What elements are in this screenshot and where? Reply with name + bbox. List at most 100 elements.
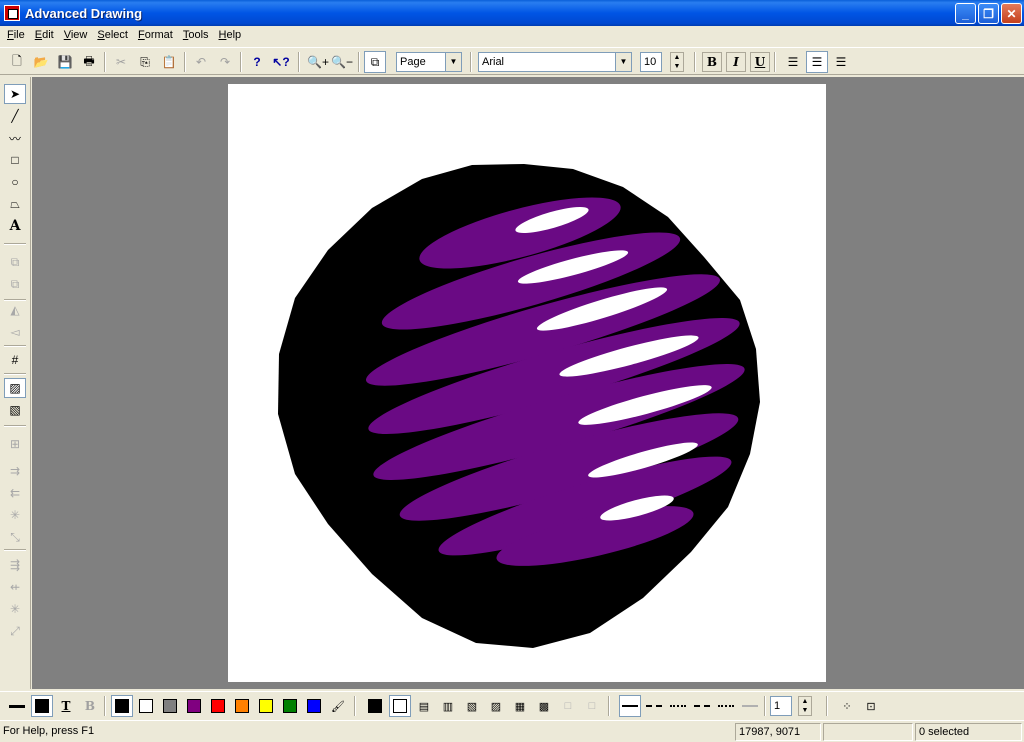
text-tool-icon[interactable]: A xyxy=(4,216,26,236)
menu-view[interactable]: View xyxy=(59,26,93,45)
print-icon[interactable]: 🖶 xyxy=(78,51,100,73)
bold-button[interactable]: B xyxy=(702,52,722,72)
text-color-icon[interactable]: T xyxy=(55,695,77,717)
fill-horizontal-icon[interactable]: ▤ xyxy=(413,695,435,717)
menu-help[interactable]: Help xyxy=(214,26,247,45)
open-folder-icon[interactable]: 📂 xyxy=(30,51,52,73)
fill-cross-icon[interactable]: ▦ xyxy=(509,695,531,717)
copy-icon[interactable]: ⎘ xyxy=(134,51,156,73)
palette-color-6[interactable] xyxy=(255,695,277,717)
fill-disabled-2-icon[interactable]: □ xyxy=(581,695,603,717)
fill-vertical-icon[interactable]: ▥ xyxy=(437,695,459,717)
space-across-icon[interactable]: ⇶ xyxy=(4,555,26,575)
color-picker-icon[interactable]: 🖌 xyxy=(327,695,349,717)
paste-icon[interactable]: 📋 xyxy=(158,51,180,73)
palette-color-0[interactable] xyxy=(111,695,133,717)
fill-solid-icon[interactable] xyxy=(364,695,386,717)
spin-down-icon[interactable]: ▼ xyxy=(802,707,809,714)
line-dash-icon[interactable] xyxy=(643,695,665,717)
palette-color-2[interactable] xyxy=(159,695,181,717)
fill-pattern-icon[interactable]: ▨ xyxy=(4,378,26,398)
new-file-icon[interactable]: 🗋 xyxy=(6,51,28,73)
fill-backdiagonal-icon[interactable]: ▨ xyxy=(485,695,507,717)
palette-color-5[interactable] xyxy=(231,695,253,717)
rotate-objects-icon[interactable]: ⤡ xyxy=(4,527,26,547)
minimize-button[interactable]: _ xyxy=(955,3,976,24)
snap-object-icon[interactable]: ⊡ xyxy=(860,695,882,717)
font-size-spinner[interactable]: ▲ ▼ xyxy=(670,52,684,72)
cut-icon[interactable]: ✂ xyxy=(110,51,132,73)
underline-button[interactable]: U xyxy=(750,52,770,72)
spin-up-icon[interactable]: ▲ xyxy=(674,54,681,61)
chevron-down-icon[interactable]: ▼ xyxy=(615,53,631,71)
line-dashdot-icon[interactable] xyxy=(691,695,713,717)
line-disabled-icon[interactable] xyxy=(739,695,761,717)
ellipse-tool-icon[interactable]: ○ xyxy=(4,172,26,192)
palette-color-4[interactable] xyxy=(207,695,229,717)
font-name-select[interactable]: Arial ▼ xyxy=(478,52,632,72)
align-right-objects-icon[interactable]: ⇇ xyxy=(4,483,26,503)
undo-icon[interactable]: ↶ xyxy=(190,51,212,73)
flip-vertical-icon[interactable]: ◅ xyxy=(4,322,26,342)
drawing-page[interactable] xyxy=(228,84,826,682)
menu-format[interactable]: Format xyxy=(133,26,178,45)
close-button[interactable]: ✕ xyxy=(1001,3,1022,24)
chevron-down-icon[interactable]: ▼ xyxy=(445,53,461,71)
font-size-field[interactable]: 10 xyxy=(640,52,662,72)
zoom-out-icon[interactable]: 🔍− xyxy=(331,51,353,73)
flip-horizontal-icon[interactable]: ◭ xyxy=(4,300,26,320)
line-color-icon[interactable] xyxy=(6,695,28,717)
align-left-objects-icon[interactable]: ⇉ xyxy=(4,461,26,481)
line-width-field[interactable]: 1 xyxy=(770,696,792,716)
zoom-in-icon[interactable]: 🔍+ xyxy=(307,51,329,73)
fill-diagonal-icon[interactable]: ▧ xyxy=(461,695,483,717)
line-dashdotdot-icon[interactable] xyxy=(715,695,737,717)
space-down-icon[interactable]: ⇷ xyxy=(4,577,26,597)
align-objects-icon[interactable]: ⊞ xyxy=(4,434,26,454)
align-right-icon[interactable]: ☰ xyxy=(830,51,852,73)
drawing-workspace[interactable] xyxy=(32,77,1024,689)
polyline-tool-icon[interactable]: 〰 xyxy=(4,128,26,148)
send-to-back-icon[interactable]: ⧉ xyxy=(4,274,26,294)
center-objects-icon[interactable]: ✳ xyxy=(4,505,26,525)
line-solid-icon[interactable] xyxy=(619,695,641,717)
menu-edit[interactable]: Edit xyxy=(30,26,59,45)
menu-select[interactable]: Select xyxy=(92,26,133,45)
zoom-select[interactable]: Page ▼ xyxy=(396,52,462,72)
fill-diagcross-icon[interactable]: ▩ xyxy=(533,695,555,717)
snap-grid-icon[interactable]: ⁘ xyxy=(836,695,858,717)
maximize-button[interactable]: ❐ xyxy=(978,3,999,24)
palette-color-1[interactable] xyxy=(135,695,157,717)
context-help-icon[interactable]: ↖? xyxy=(270,51,292,73)
grid-icon[interactable]: # xyxy=(4,350,26,370)
align-center-icon[interactable]: ☰ xyxy=(806,51,828,73)
bring-to-front-icon[interactable]: ⧉ xyxy=(4,252,26,272)
fill-color-icon[interactable] xyxy=(31,695,53,717)
same-size-icon[interactable]: ✳ xyxy=(4,599,26,619)
help-icon[interactable]: ? xyxy=(246,51,268,73)
hatch-pattern-icon[interactable]: ▧ xyxy=(4,400,26,420)
spin-down-icon[interactable]: ▼ xyxy=(674,63,681,70)
rectangle-tool-icon[interactable]: □ xyxy=(4,150,26,170)
palette-color-7[interactable] xyxy=(279,695,301,717)
align-left-icon[interactable]: ☰ xyxy=(782,51,804,73)
select-arrow-icon[interactable]: ➤ xyxy=(4,84,26,104)
zoom-page-icon[interactable]: ⧉ xyxy=(364,51,386,73)
redo-icon[interactable]: ↷ xyxy=(214,51,236,73)
drawing-canvas[interactable] xyxy=(228,84,826,682)
polygon-tool-icon[interactable]: ⏢ xyxy=(4,194,26,214)
line-dot-icon[interactable] xyxy=(667,695,689,717)
app-icon[interactable] xyxy=(4,5,20,21)
palette-color-3[interactable] xyxy=(183,695,205,717)
spin-up-icon[interactable]: ▲ xyxy=(802,698,809,705)
menu-tools[interactable]: Tools xyxy=(178,26,214,45)
resize-objects-icon[interactable]: ⤢ xyxy=(4,621,26,641)
palette-color-8[interactable] xyxy=(303,695,325,717)
line-tool-icon[interactable]: ╱ xyxy=(4,106,26,126)
save-icon[interactable]: 💾 xyxy=(54,51,76,73)
menu-file[interactable]: File xyxy=(2,26,30,45)
back-color-icon[interactable]: B xyxy=(79,695,101,717)
fill-none-icon[interactable] xyxy=(389,695,411,717)
fill-disabled-1-icon[interactable]: □ xyxy=(557,695,579,717)
line-width-spinner[interactable]: ▲ ▼ xyxy=(798,696,812,716)
